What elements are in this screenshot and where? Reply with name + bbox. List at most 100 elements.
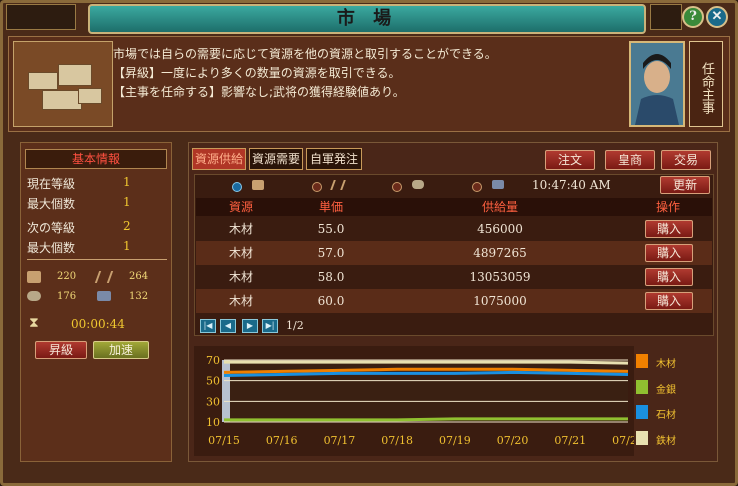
iron-amount: 132 [129,291,149,302]
appoint-officer-button[interactable]: 任命主事 [689,41,723,127]
y-tick-label: 30 [206,395,220,408]
filter-radio-iron[interactable] [472,182,482,192]
x-tick-label: 07/15 [208,434,240,447]
divider [27,259,167,260]
wood-icon [252,180,264,190]
current-level-label: 現在等級 [27,177,76,191]
row-resource: 木材 [228,246,253,260]
title-ornament-left [6,4,76,30]
tab-own-orders[interactable]: 自軍発注 [306,148,362,170]
legend-swatch [636,431,648,445]
next-level-value: 2 [123,219,131,233]
x-tick-label: 07/19 [439,434,471,447]
stone-icon [27,291,41,301]
basic-info-panel: 基本情報 現在等級 1 最大個数 1 次の等級 2 最大個数 1 220 264… [20,142,172,462]
description-line-3: 【主事を任命する】影響なし;武将の獲得経験値あり。 [113,85,405,99]
x-tick-label: 07/22 [612,434,634,447]
y-tick-label: 70 [206,354,220,367]
filter-radio-wood[interactable] [232,182,242,192]
row-price: 55.0 [317,222,345,236]
row-supply: 13053059 [469,270,531,284]
legend-label: 木材 [656,359,676,370]
buy-button[interactable]: 購入 [645,268,693,286]
x-tick-label: 07/17 [324,434,356,447]
wood-icon [27,271,41,283]
last-page-button[interactable]: ▶| [262,319,278,333]
title-ornament-right [650,4,682,30]
page-indicator: 1/2 [286,319,304,332]
buy-button[interactable]: 購入 [645,292,693,310]
row-supply: 1075000 [473,294,527,308]
description-line-1: 市場では自らの需要に応じて資源を他の資源と取引することができる。 [113,47,497,61]
current-level-value: 1 [123,175,131,189]
tab-resource-demand[interactable]: 資源需要 [249,148,303,170]
series-line [224,360,629,365]
hourglass-icon: ⧗ [29,315,39,331]
row-price: 57.0 [317,246,345,260]
col-resource: 資源 [196,198,286,216]
legend-swatch [636,405,648,419]
iron-icon [492,180,504,189]
next-max-count-value: 1 [123,239,131,253]
row-price: 58.0 [317,270,345,284]
row-price: 60.0 [317,294,345,308]
imperial-merchant-button[interactable]: 皇商 [605,150,655,170]
next-max-count-label: 最大個数 [27,241,76,255]
x-tick-label: 07/18 [381,434,413,447]
prev-page-button[interactable]: ◀ [220,319,236,333]
max-count-value: 1 [123,195,131,209]
x-tick-label: 07/21 [554,434,586,447]
row-supply: 456000 [477,222,523,236]
row-resource: 木材 [228,294,253,308]
speed-up-button[interactable]: 加速 [93,341,149,359]
x-tick-label: 07/20 [497,434,529,447]
basic-info-header: 基本情報 [25,149,167,169]
legend-swatch [636,354,648,368]
close-icon[interactable]: ✕ [706,6,728,28]
refresh-button[interactable]: 更新 [660,176,710,194]
upgrade-button[interactable]: 昇級 [35,341,87,359]
max-count-label: 最大個数 [27,197,76,211]
wood-amount: 220 [57,271,77,282]
y-tick-label: 50 [206,375,220,388]
filter-radio-stone[interactable] [392,182,402,192]
row-supply: 4897265 [473,246,527,260]
market-description-panel: 市場では自らの需要に応じて資源を他の資源と取引することができる。 【昇級】一度に… [8,36,730,132]
officer-portrait[interactable] [629,41,685,127]
series-line [224,417,628,422]
market-building-icon [13,41,113,127]
plot-left-edge [222,360,230,422]
first-page-button[interactable]: |◀ [200,319,216,333]
next-page-button[interactable]: ▶ [242,319,258,333]
grain-icon [94,271,114,283]
stone-icon [412,180,424,189]
upgrade-timer: 00:00:44 [71,317,125,331]
order-button[interactable]: 注文 [545,150,595,170]
legend-label: 鉄材 [656,436,676,447]
x-tick-label: 07/16 [266,434,298,447]
y-tick-label: 10 [206,416,220,429]
description-line-2: 【昇級】一度により多くの数量の資源を取引できる。 [113,66,401,80]
stone-amount: 176 [57,291,77,302]
row-resource: 木材 [228,222,253,236]
price-chart-svg: 70 50 30 10 07/15 07/16 07/17 07/18 07/19 07/20 07… [206,354,644,447]
legend-label: 金銀 [656,385,676,396]
legend-label: 石材 [656,410,676,421]
iron-icon [97,291,111,301]
tab-resource-supply[interactable]: 資源供給 [192,148,246,170]
row-resource: 木材 [228,270,253,284]
col-price: 単価 [286,198,376,216]
filter-radio-gold[interactable] [312,182,322,192]
col-action: 操作 [624,198,712,216]
buy-button[interactable]: 購入 [645,244,693,262]
help-icon[interactable]: ? [682,6,704,28]
col-supply: 供給量 [376,198,624,216]
grain-amount: 264 [129,271,149,282]
window-title: 市 場 [88,4,646,34]
trade-button[interactable]: 交易 [661,150,711,170]
next-level-label: 次の等級 [27,221,76,235]
price-chart: 70 50 30 10 07/15 07/16 07/17 07/18 07/19 07/20 07… [194,346,644,456]
server-time: 10:47:40 AM [532,178,611,192]
buy-button[interactable]: 購入 [645,220,693,238]
legend-swatch [636,380,648,394]
